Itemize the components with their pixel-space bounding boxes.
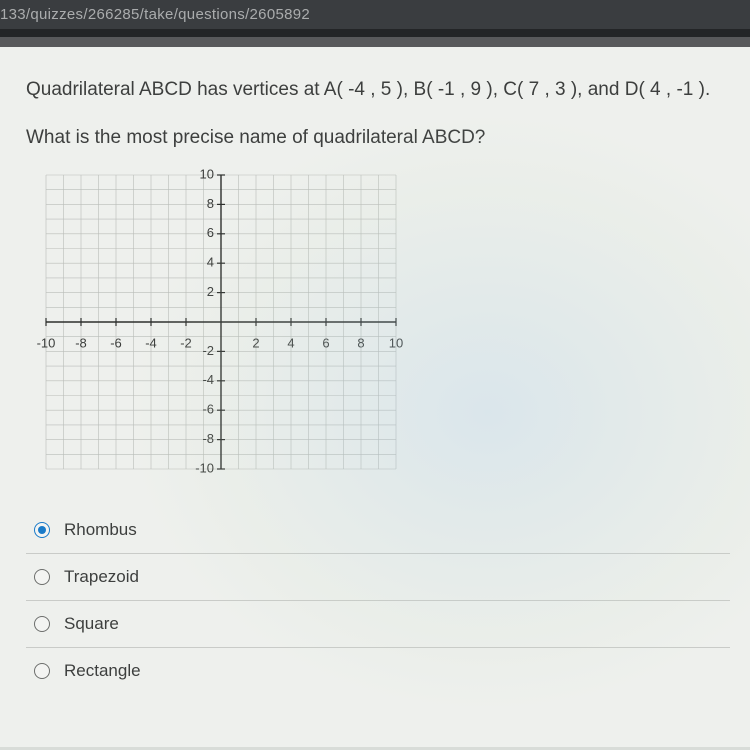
svg-text:6: 6: [207, 225, 214, 240]
svg-text:-8: -8: [75, 336, 87, 351]
coordinate-grid: -10 -8 -6 -4 -2 2 4 6 8 10 -10 -8 -6 -4 -2 2 4 6 8 10: [26, 167, 416, 477]
svg-text:-4: -4: [145, 336, 157, 351]
svg-text:-8: -8: [202, 431, 214, 446]
svg-text:4: 4: [287, 336, 294, 351]
answer-list: Rhombus Trapezoid Square Rectangle: [26, 507, 730, 694]
svg-text:10: 10: [200, 167, 214, 181]
svg-text:-6: -6: [202, 402, 214, 417]
radio-icon: [34, 616, 50, 632]
svg-text:4: 4: [207, 255, 214, 270]
svg-text:-4: -4: [202, 372, 214, 387]
answer-label: Rhombus: [64, 520, 137, 540]
svg-text:8: 8: [207, 196, 214, 211]
question-prompt-2: What is the most precise name of quadril…: [26, 124, 730, 153]
answer-label: Square: [64, 614, 119, 634]
tab-strip: [0, 29, 750, 37]
svg-text:2: 2: [252, 336, 259, 351]
svg-text:-2: -2: [202, 343, 214, 358]
svg-text:-2: -2: [180, 336, 192, 351]
answer-label: Rectangle: [64, 661, 141, 681]
svg-text:-6: -6: [110, 336, 122, 351]
radio-icon: [34, 663, 50, 679]
question-prompt-1: Quadrilateral ABCD has vertices at A( -4…: [26, 75, 730, 104]
radio-icon: [34, 522, 50, 538]
svg-text:-10: -10: [195, 460, 214, 475]
answer-option-rhombus[interactable]: Rhombus: [26, 507, 730, 554]
radio-icon: [34, 569, 50, 585]
svg-text:-10: -10: [37, 336, 56, 351]
address-bar: 133/quizzes/266285/take/questions/260589…: [0, 0, 750, 29]
answer-option-square[interactable]: Square: [26, 601, 730, 648]
answer-option-trapezoid[interactable]: Trapezoid: [26, 554, 730, 601]
grid-svg: -10 -8 -6 -4 -2 2 4 6 8 10 -10 -8 -6 -4 -2 2 4 6 8 10: [26, 167, 416, 477]
answer-label: Trapezoid: [64, 567, 139, 587]
svg-text:6: 6: [322, 336, 329, 351]
svg-text:2: 2: [207, 284, 214, 299]
answer-option-rectangle[interactable]: Rectangle: [26, 648, 730, 694]
svg-text:10: 10: [389, 336, 403, 351]
svg-text:8: 8: [357, 336, 364, 351]
quiz-content: Quadrilateral ABCD has vertices at A( -4…: [0, 47, 750, 747]
chrome-divider: [0, 37, 750, 47]
